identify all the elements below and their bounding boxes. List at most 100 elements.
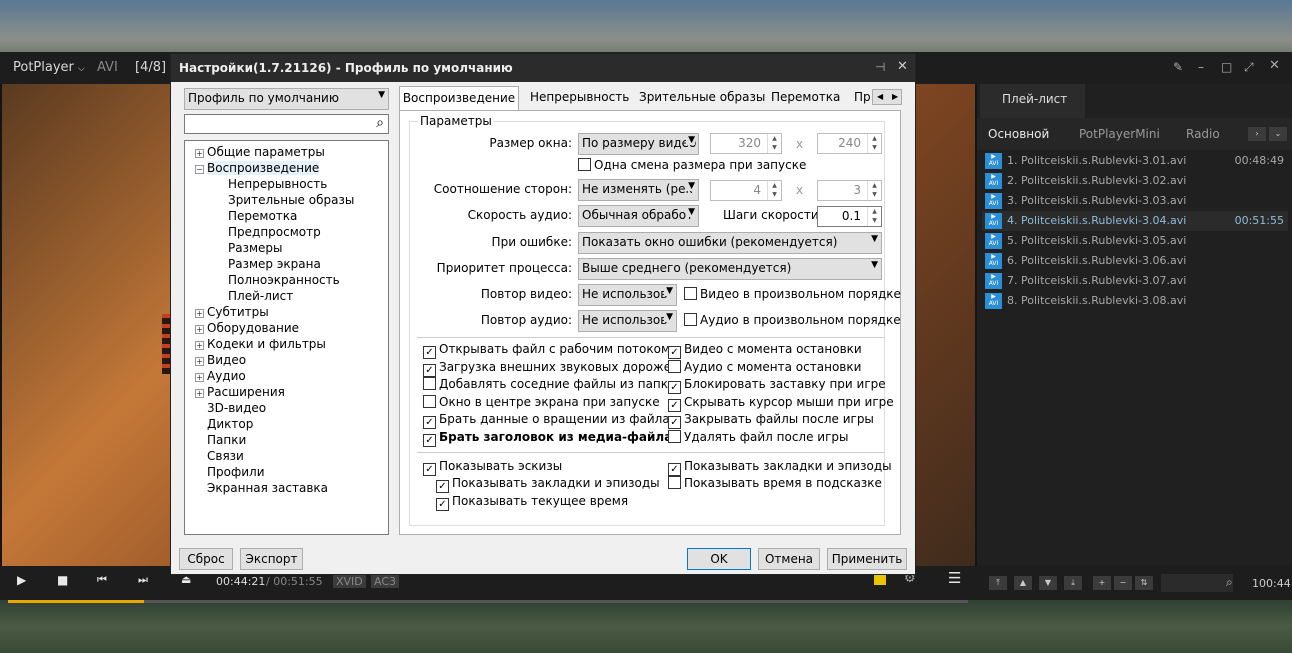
- expand-icon[interactable]: +: [195, 149, 204, 158]
- random-video-checkbox[interactable]: Видео в произвольном порядке: [684, 287, 901, 301]
- export-button[interactable]: Экспорт: [240, 548, 303, 570]
- search-icon[interactable]: ⌕: [1226, 575, 1233, 589]
- spinner-arrows-icon[interactable]: ▲ ▼: [767, 134, 781, 153]
- reset-button[interactable]: Сброс: [179, 548, 233, 570]
- playlist-tab[interactable]: Плей-лист: [980, 84, 1085, 118]
- on-error-select[interactable]: Показать окно ошибки (рекомендуется) ▼: [578, 232, 882, 254]
- sort-icon[interactable]: ⇅: [1135, 576, 1153, 590]
- close-icon[interactable]: ✕: [1269, 59, 1280, 73]
- option-checkbox[interactable]: ✓ Видео с момента остановки: [668, 342, 862, 359]
- tree-item[interactable]: + Видео: [195, 352, 246, 368]
- maximize-icon[interactable]: □: [1221, 60, 1232, 74]
- tree-item[interactable]: + Расширения: [195, 384, 285, 400]
- close-icon[interactable]: ✕: [897, 59, 908, 74]
- tab-potplayermini[interactable]: PotPlayerMini: [1079, 127, 1160, 141]
- tree-item[interactable]: Перемотка: [228, 208, 297, 224]
- tab-radio[interactable]: Radio: [1186, 127, 1220, 141]
- scroll-right-icon[interactable]: ▶: [892, 90, 898, 104]
- height-spinner[interactable]: 240 ▲ ▼: [817, 133, 882, 154]
- tab-continuity[interactable]: Непрерывность: [530, 86, 629, 110]
- search-icon[interactable]: ⌕: [376, 115, 384, 131]
- tree-item[interactable]: Профили: [195, 464, 265, 480]
- spinner-arrows-icon[interactable]: ▲ ▼: [867, 207, 881, 226]
- spinner-arrows-icon[interactable]: ▲ ▼: [867, 181, 881, 200]
- option-checkbox[interactable]: Аудио с момента остановки: [668, 359, 861, 374]
- minimize-icon[interactable]: –: [1198, 60, 1204, 74]
- cancel-button[interactable]: Отмена: [758, 548, 820, 570]
- thumbs-time-checkbox[interactable]: ✓ Показывать текущее время: [436, 494, 628, 511]
- settings-search-input[interactable]: ⌕: [184, 114, 389, 134]
- show-time-tip-checkbox[interactable]: Показывать время в подсказке: [668, 476, 882, 490]
- apply-button[interactable]: Применить: [827, 548, 907, 570]
- tree-item[interactable]: Плей-лист: [228, 288, 293, 304]
- tree-item[interactable]: Полноэкранность: [228, 272, 340, 288]
- menu-icon[interactable]: ☰: [948, 571, 961, 586]
- app-menu-button[interactable]: PotPlayer ⌵: [13, 60, 85, 75]
- repeat-video-select[interactable]: Не использов ▼: [578, 284, 677, 306]
- expand-icon[interactable]: +: [195, 341, 204, 350]
- option-checkbox[interactable]: ✓ Брать данные о вращении из файла: [423, 412, 670, 430]
- tree-item[interactable]: + Аудио: [195, 368, 246, 384]
- collapse-icon[interactable]: −: [195, 165, 204, 174]
- expand-icon[interactable]: +: [195, 373, 204, 382]
- next-icon[interactable]: ⏭: [138, 573, 148, 587]
- move-bottom-icon[interactable]: ⤓: [1064, 576, 1082, 590]
- remove-icon[interactable]: −: [1114, 576, 1132, 590]
- list-item[interactable]: ▶ AVI 5. Politceiskii.s.Rublevki-3.05.avi: [982, 231, 1288, 251]
- tree-item[interactable]: 3D-видео: [195, 400, 266, 416]
- list-item[interactable]: ▶ AVI 8. Politceiskii.s.Rublevki-3.08.avi: [982, 291, 1288, 311]
- spinner-arrows-icon[interactable]: ▲ ▼: [767, 181, 781, 200]
- move-down-icon[interactable]: ▼: [1039, 576, 1057, 590]
- thumbs-bookmarks-checkbox[interactable]: ✓ Показывать закладки и эпизоды: [436, 476, 660, 493]
- option-checkbox[interactable]: ✓ Загрузка внешних звуковых дорожек: [423, 360, 678, 377]
- thumbs-checkbox[interactable]: ✓ Показывать эскизы: [423, 459, 562, 476]
- tree-item[interactable]: Зрительные образы: [228, 192, 354, 208]
- window-size-select[interactable]: По размеру видео ▼: [578, 133, 699, 155]
- tab-preview[interactable]: Пр: [854, 86, 871, 110]
- option-checkbox[interactable]: Добавлять соседние файлы из папки: [423, 377, 676, 391]
- show-bookmarks-checkbox[interactable]: ✓ Показывать закладки и эпизоды: [668, 459, 892, 476]
- tree-item[interactable]: Непрерывность: [228, 176, 327, 192]
- tree-item[interactable]: Связи: [195, 448, 244, 464]
- list-item[interactable]: ▶ AVI 6. Politceiskii.s.Rublevki-3.06.avi: [982, 251, 1288, 271]
- option-checkbox[interactable]: ✓ Закрывать файлы после игры: [668, 412, 874, 430]
- move-top-icon[interactable]: ⤒: [989, 576, 1007, 590]
- tree-item[interactable]: Диктор: [195, 416, 253, 432]
- tree-item[interactable]: Экранная заставка: [195, 480, 328, 496]
- option-checkbox[interactable]: ✓ Блокировать заставку при игре: [668, 377, 886, 395]
- expand-icon[interactable]: +: [195, 389, 204, 398]
- option-checkbox[interactable]: Окно в центре экрана при запуске: [423, 394, 660, 409]
- tab-visualization[interactable]: Зрительные образы: [639, 86, 765, 110]
- pin-icon[interactable]: ⊣: [875, 60, 885, 74]
- chevron-down-icon[interactable]: ⌄: [1269, 127, 1287, 141]
- list-item[interactable]: ▶ AVI 7. Politceiskii.s.Rublevki-3.07.avi: [982, 271, 1288, 291]
- priority-select[interactable]: Выше среднего (рекомендуется) ▼: [578, 258, 882, 280]
- width-spinner[interactable]: 320 ▲ ▼: [710, 133, 782, 154]
- seek-bar[interactable]: [8, 600, 968, 603]
- expand-icon[interactable]: +: [195, 357, 204, 366]
- option-checkbox[interactable]: ✓ Открывать файл с рабочим потоком: [423, 342, 670, 359]
- option-checkbox[interactable]: ✓ Брать заголовок из медиа-файла: [423, 430, 672, 447]
- tree-item[interactable]: Папки: [195, 432, 246, 448]
- tree-item[interactable]: + Общие параметры: [195, 144, 325, 160]
- playlist-search-input[interactable]: [1161, 574, 1233, 592]
- random-audio-checkbox[interactable]: Аудио в произвольном порядке: [684, 313, 901, 327]
- tree-item[interactable]: Предпросмотр: [228, 224, 321, 240]
- option-checkbox[interactable]: ✓ Скрывать курсор мыши при игре: [668, 395, 894, 412]
- list-item[interactable]: ▶ AVI 1. Politceiskii.s.Rublevki-3.01.avi 0…: [982, 151, 1288, 171]
- scroll-left-icon[interactable]: ◀: [877, 90, 883, 104]
- profile-select[interactable]: Профиль по умолчанию ▼: [184, 88, 389, 110]
- pin-icon[interactable]: ✎: [1173, 60, 1183, 74]
- spinner-arrows-icon[interactable]: ▲ ▼: [867, 134, 881, 153]
- eject-icon[interactable]: ⏏: [181, 573, 191, 587]
- tree-item[interactable]: Размер экрана: [228, 256, 321, 272]
- audio-speed-select[interactable]: Обычная обработ ▼: [578, 205, 699, 227]
- one-resize-checkbox[interactable]: Одна смена размера при запуске: [578, 158, 806, 172]
- tree-item[interactable]: Размеры: [228, 240, 283, 256]
- speed-step-spinner[interactable]: 0.1 ▲ ▼: [817, 206, 882, 227]
- list-item[interactable]: ▶ AVI 3. Politceiskii.s.Rublevki-3.03.avi: [982, 191, 1288, 211]
- play-icon[interactable]: ▶: [17, 573, 26, 587]
- tab-seek[interactable]: Перемотка: [771, 86, 840, 110]
- aspect-width-spinner[interactable]: 4 ▲ ▼: [710, 180, 782, 201]
- aspect-select[interactable]: Не изменять (рек ▼: [578, 179, 699, 201]
